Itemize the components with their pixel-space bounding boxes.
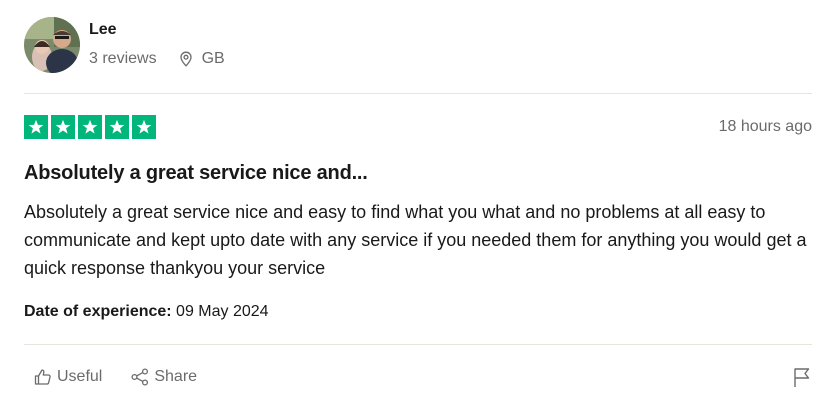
date-of-experience: Date of experience: 09 May 2024 <box>24 302 269 322</box>
star-icon <box>105 115 129 139</box>
star-icon <box>51 115 75 139</box>
useful-button[interactable]: Useful <box>33 367 102 387</box>
review-actions: Useful Share <box>33 367 197 387</box>
review-card: Lee 3 reviews GB 18 hours ago Absolutely… <box>0 0 836 405</box>
reviewer-name[interactable]: Lee <box>89 20 225 40</box>
avatar[interactable] <box>24 17 80 73</box>
share-icon <box>131 368 149 386</box>
review-body: Absolutely a great service nice and easy… <box>24 202 807 278</box>
location-text: GB <box>201 49 225 67</box>
date-of-experience-label: Date of experience: <box>24 303 172 320</box>
reviewer-header: Lee 3 reviews GB <box>24 17 225 73</box>
date-of-experience-value: 09 May 2024 <box>171 303 269 320</box>
useful-label: Useful <box>57 368 103 385</box>
review-count: 3 reviews <box>89 49 157 67</box>
star-icon <box>132 115 156 139</box>
star-icon <box>78 115 102 139</box>
reviewer-meta: 3 reviews GB <box>89 49 225 69</box>
reviewer-info: Lee 3 reviews GB <box>89 20 225 69</box>
review-time: 18 hours ago <box>718 118 812 135</box>
share-button[interactable]: Share <box>130 367 197 387</box>
header-divider <box>24 93 812 94</box>
thumbs-up-icon <box>34 369 51 385</box>
flag-icon <box>794 368 810 387</box>
share-label: Share <box>154 368 198 385</box>
report-button[interactable] <box>792 366 812 393</box>
star-rating <box>24 115 156 139</box>
star-icon <box>24 115 48 139</box>
actions-divider <box>24 344 812 345</box>
location-pin-icon <box>179 51 192 67</box>
reviewer-location: GB <box>178 49 225 69</box>
review-title[interactable]: Absolutely a great service nice and... <box>24 161 368 185</box>
